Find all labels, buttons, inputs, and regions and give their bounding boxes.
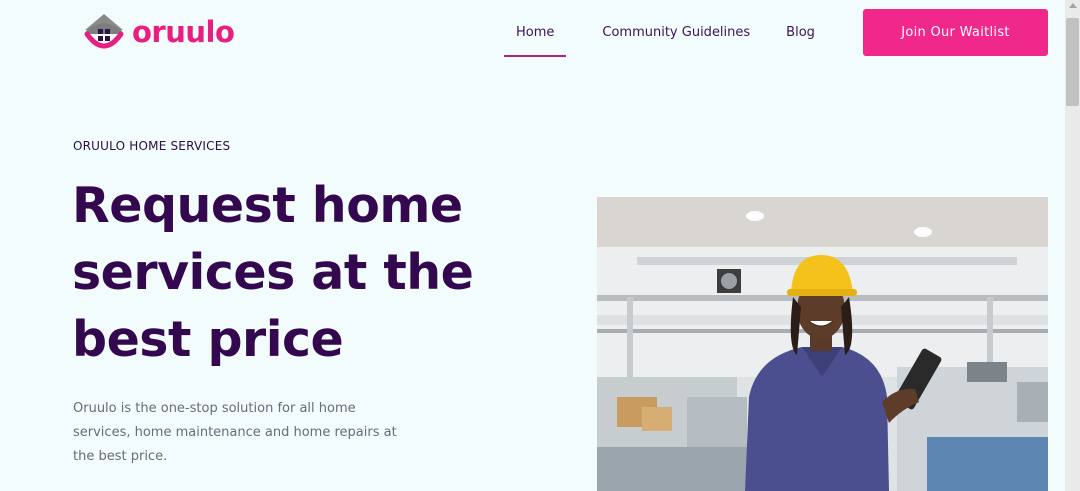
join-waitlist-button[interactable]: Join Our Waitlist: [863, 9, 1048, 56]
brand-logo[interactable]: oruulo: [82, 10, 235, 54]
vertical-scrollbar[interactable]: [1065, 0, 1080, 491]
hero-headline: Request home services at the best price: [72, 177, 474, 368]
scroll-up-icon[interactable]: [1069, 3, 1077, 8]
house-logo-icon: [84, 14, 124, 49]
hero-description: Oruulo is the one-stop solution for all …: [73, 401, 397, 464]
brand-name: oruulo: [132, 15, 235, 49]
scrollbar-thumb[interactable]: [1066, 18, 1079, 106]
hero-image-worker: [597, 197, 1048, 491]
nav-home[interactable]: Home: [504, 25, 567, 57]
factory-worker-illustration: [597, 197, 1048, 491]
nav-blog[interactable]: Blog: [786, 25, 815, 57]
main-nav: Home Community Guidelines Blog: [504, 25, 851, 57]
hero-eyebrow: ORUULO HOME SERVICES: [73, 139, 231, 153]
nav-community-guidelines[interactable]: Community Guidelines: [602, 25, 750, 57]
